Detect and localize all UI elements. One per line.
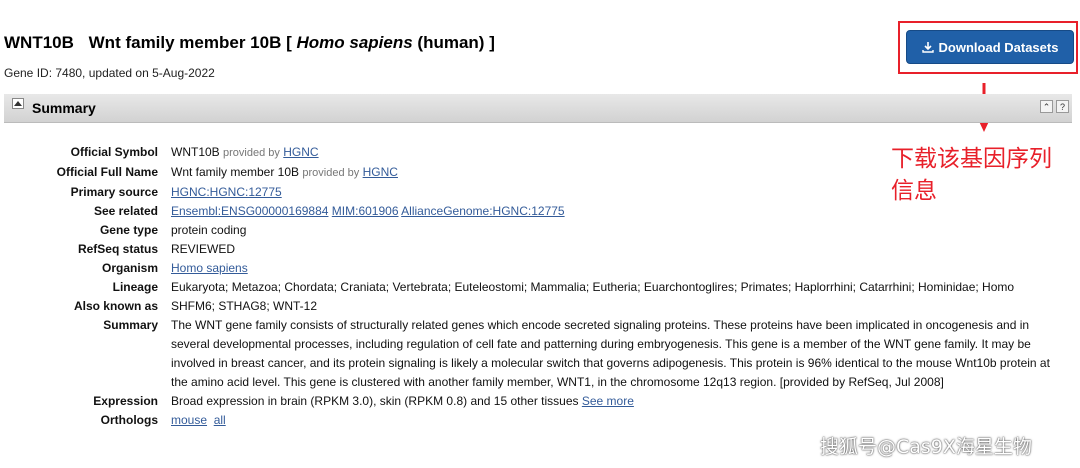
row-orthologs: Orthologs mouse all	[0, 411, 1051, 430]
expression-value: Broad expression in brain (RPKM 3.0), sk…	[171, 394, 579, 408]
row-lineage: Lineage Eukaryota; Metazoa; Chordata; Cr…	[0, 278, 1051, 297]
also-known-as-value: SHFM6; STHAG8; WNT-12	[171, 299, 318, 313]
row-see-related: See related Ensembl:ENSG00000169884 MIM:…	[0, 202, 1051, 221]
row-also-known-as: Also known as SHFM6; STHAG8; WNT-12	[0, 297, 1051, 316]
row-label: Official Full Name	[56, 165, 158, 179]
row-label: Organism	[101, 261, 158, 275]
lineage-value: Eukaryota; Metazoa; Chordata; Craniata; …	[171, 280, 1015, 294]
row-refseq-status: RefSeq status REVIEWED	[0, 240, 1051, 259]
hgnc-link[interactable]: HGNC	[283, 145, 318, 159]
row-organism: Organism Homo sapiens	[0, 259, 1051, 278]
row-label: Official Symbol	[70, 145, 158, 159]
row-label: Also known as	[73, 299, 158, 313]
hgnc-link[interactable]: HGNC	[363, 165, 398, 179]
organism-link[interactable]: Homo sapiens	[171, 261, 248, 275]
row-official-full-name: Official Full Name Wnt family member 10B…	[0, 163, 1051, 183]
gene-symbol: WNT10B	[4, 33, 74, 52]
row-label: RefSeq status	[77, 242, 158, 256]
gene-title: WNT10B Wnt family member 10B [ Homo sapi…	[4, 33, 495, 53]
gene-name-suffix: (human) ]	[417, 33, 495, 52]
refseq-status-value: REVIEWED	[171, 242, 236, 256]
summary-table: Official Symbol WNT10B provided by HGNC …	[0, 143, 1051, 430]
alliancegenome-link[interactable]: AllianceGenome:HGNC:12775	[401, 204, 564, 218]
official-full-name-value: Wnt family member 10B	[171, 165, 300, 179]
gene-type-value: protein coding	[171, 223, 247, 237]
help-icon[interactable]: ?	[1056, 100, 1069, 113]
collapse-all-icon[interactable]: ⌃	[1040, 100, 1053, 113]
all-orthologs-link[interactable]: all	[214, 413, 226, 427]
watermark: 搜狐号@Cas9X海星生物	[820, 436, 1032, 458]
row-label: Orthologs	[100, 413, 158, 427]
mim-link[interactable]: MIM:601906	[332, 204, 399, 218]
mouse-ortholog-link[interactable]: mouse	[171, 413, 207, 427]
provided-by-text: provided by	[302, 167, 360, 179]
row-label: Lineage	[112, 280, 158, 294]
provided-by-text: provided by	[223, 147, 280, 159]
gene-id-line: Gene ID: 7480, updated on 5-Aug-2022	[4, 66, 215, 80]
row-label: Expression	[93, 394, 158, 408]
row-primary-source: Primary source HGNC:HGNC:12775	[0, 183, 1051, 202]
primary-source-link[interactable]: HGNC:HGNC:12775	[171, 185, 282, 199]
row-expression: Expression Broad expression in brain (RP…	[0, 392, 1051, 411]
row-label: Summary	[103, 318, 158, 332]
ensembl-link[interactable]: Ensembl:ENSG00000169884	[171, 204, 328, 218]
official-symbol-value: WNT10B	[171, 145, 220, 159]
row-label: See related	[93, 204, 158, 218]
download-icon	[921, 42, 934, 53]
gene-organism: Homo sapiens	[296, 33, 413, 52]
row-label: Primary source	[70, 185, 158, 199]
summary-section-header[interactable]: Summary ⌃ ?	[4, 94, 1072, 123]
summary-value: The WNT gene family consists of structur…	[171, 318, 1050, 389]
row-gene-type: Gene type protein coding	[0, 221, 1051, 240]
see-more-link[interactable]: See more	[582, 394, 634, 408]
row-summary: Summary The WNT gene family consists of …	[0, 316, 1051, 392]
download-label: Download Datasets	[938, 39, 1059, 55]
row-official-symbol: Official Symbol WNT10B provided by HGNC	[0, 143, 1051, 163]
row-label: Gene type	[99, 223, 158, 237]
collapse-toggle-icon[interactable]	[12, 98, 24, 109]
download-datasets-button[interactable]: Download Datasets	[906, 30, 1074, 64]
summary-section-title: Summary	[32, 100, 96, 116]
gene-name-prefix: Wnt family member 10B [	[88, 33, 292, 52]
